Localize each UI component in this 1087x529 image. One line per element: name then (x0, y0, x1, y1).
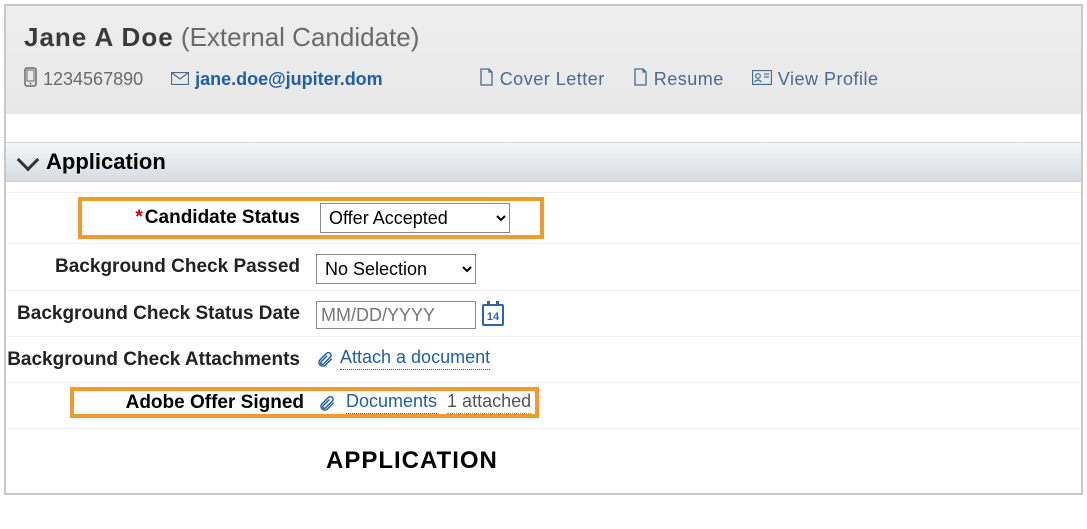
candidate-header: Jane A Doe (External Candidate) 12345678… (6, 6, 1081, 114)
profile-icon (752, 69, 772, 90)
attach-document-link[interactable]: Attach a document (340, 347, 490, 370)
cover-letter-link[interactable]: Cover Letter (479, 68, 605, 91)
document-icon (633, 68, 648, 91)
email-link[interactable]: jane.doe@jupiter.dom (171, 69, 383, 90)
phone-icon (24, 67, 37, 92)
row-bg-check-passed: Background Check Passed No Selection (6, 243, 1081, 290)
section-header-application[interactable]: Application (6, 142, 1081, 182)
candidate-name: Jane A Doe (24, 22, 174, 52)
application-form: *Candidate Status Offer Accepted Backgro… (6, 182, 1081, 493)
bg-check-attach-label: Background Check Attachments (6, 343, 316, 371)
resume-text: Resume (654, 69, 724, 90)
email-text: jane.doe@jupiter.dom (195, 69, 383, 90)
row-adobe-offer-signed: Adobe Offer Signed Documents 1 attached (6, 382, 1081, 428)
attached-count: 1 attached (447, 391, 531, 414)
calendar-icon[interactable]: 14 (482, 304, 504, 326)
row-candidate-status: *Candidate Status Offer Accepted (6, 192, 1081, 243)
row-bg-check-date: Background Check Status Date 14 (6, 290, 1081, 336)
application-subheading: APPLICATION (6, 428, 1081, 493)
row-bg-check-attachments: Background Check Attachments Attach a do… (6, 336, 1081, 382)
cover-letter-text: Cover Letter (500, 69, 605, 90)
view-profile-link[interactable]: View Profile (752, 69, 879, 90)
highlight-candidate-status: *Candidate Status Offer Accepted (80, 199, 542, 237)
section-title: Application (46, 149, 166, 175)
phone-display: 1234567890 (24, 67, 143, 92)
view-profile-text: View Profile (778, 69, 879, 90)
bg-check-passed-select[interactable]: No Selection (316, 254, 476, 284)
candidate-status-select[interactable]: Offer Accepted (320, 203, 510, 233)
email-icon (171, 69, 189, 90)
chevron-down-icon (17, 149, 40, 172)
resume-link[interactable]: Resume (633, 68, 724, 91)
bg-check-passed-label: Background Check Passed (6, 250, 316, 278)
candidate-status-label: Candidate Status (145, 207, 300, 228)
contact-row: 1234567890 jane.doe@jupiter.dom Cover Le… (24, 67, 1063, 92)
document-icon (479, 68, 494, 91)
paperclip-icon (318, 394, 336, 412)
highlight-adobe-offer: Adobe Offer Signed Documents 1 attached (72, 389, 537, 416)
paperclip-icon (316, 350, 334, 368)
adobe-offer-label: Adobe Offer Signed (126, 392, 304, 413)
candidate-name-line: Jane A Doe (External Candidate) (24, 22, 1063, 53)
phone-number: 1234567890 (43, 69, 143, 90)
required-asterisk: * (135, 207, 142, 228)
documents-link[interactable]: Documents (346, 391, 437, 414)
bg-check-date-input[interactable] (316, 301, 476, 329)
bg-check-date-label: Background Check Status Date (6, 297, 316, 325)
candidate-type: (External Candidate) (181, 22, 419, 52)
